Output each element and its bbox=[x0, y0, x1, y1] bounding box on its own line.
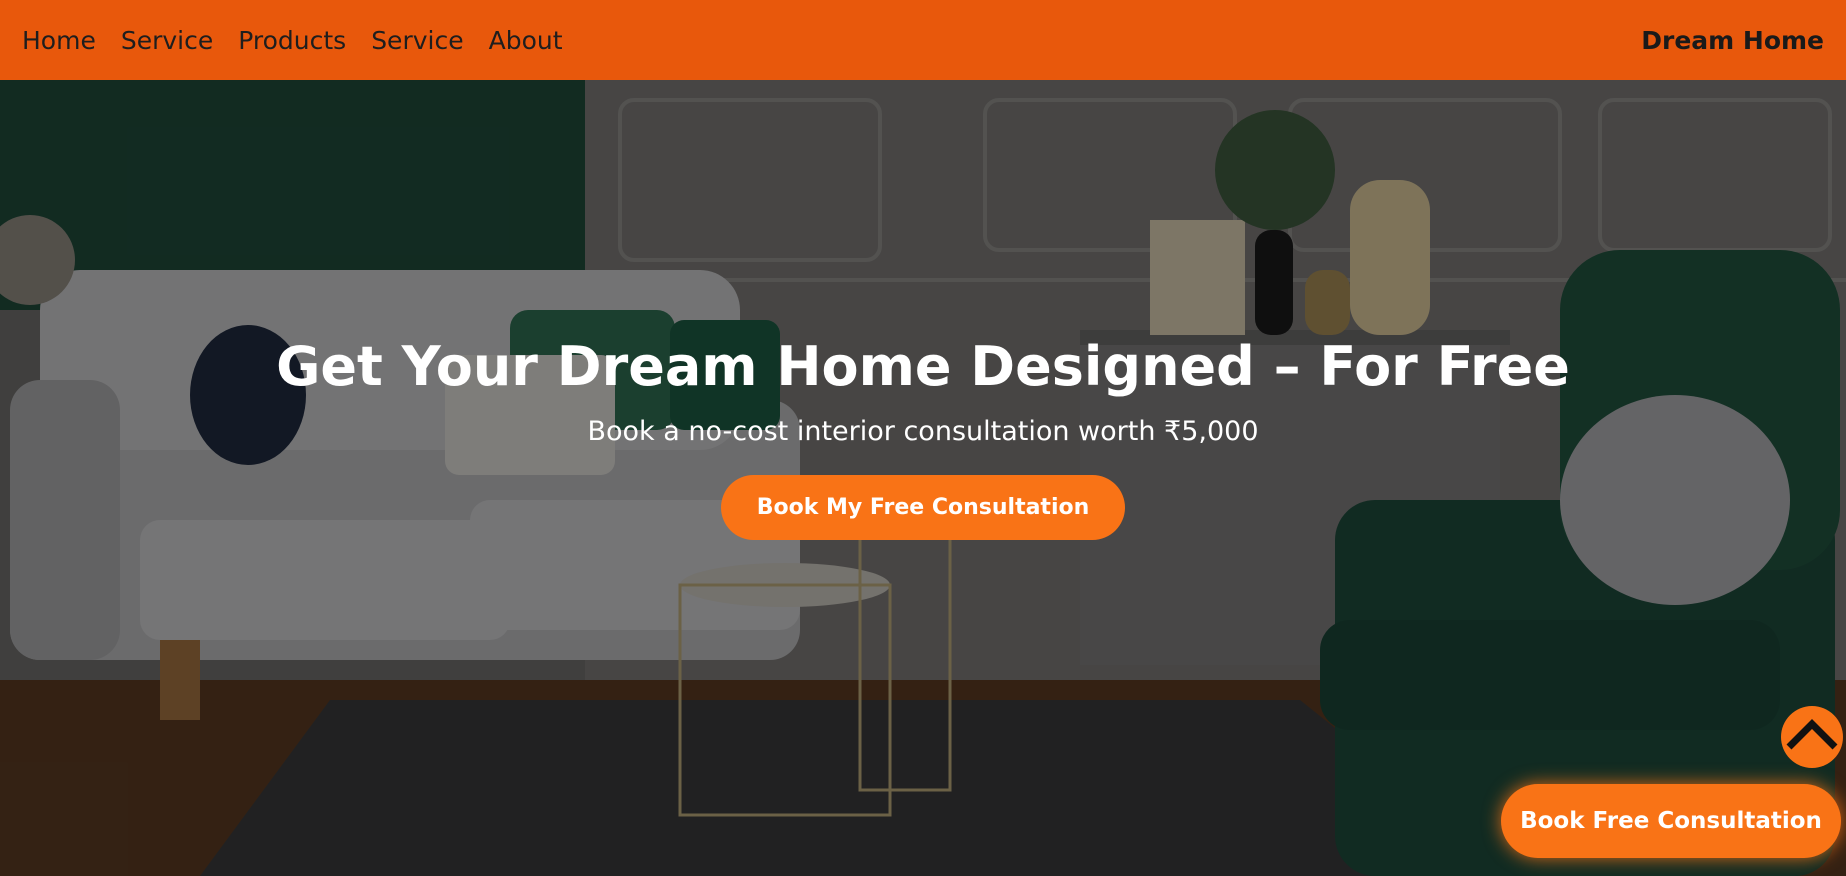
nav-link-home[interactable]: Home bbox=[22, 26, 96, 55]
top-navbar: Home Service Products Service About Drea… bbox=[0, 0, 1846, 80]
book-consultation-button[interactable]: Book My Free Consultation bbox=[720, 475, 1126, 540]
nav-link-service[interactable]: Service bbox=[121, 26, 213, 55]
scroll-to-top-button[interactable] bbox=[1781, 706, 1843, 768]
hero-content: Get Your Dream Home Designed – For Free … bbox=[0, 335, 1846, 540]
hero-subtitle: Book a no-cost interior consultation wor… bbox=[587, 416, 1259, 447]
nav-links: Home Service Products Service About bbox=[22, 26, 563, 55]
nav-link-service-2[interactable]: Service bbox=[371, 26, 463, 55]
brand-name[interactable]: Dream Home bbox=[1641, 26, 1824, 55]
nav-link-about[interactable]: About bbox=[489, 26, 563, 55]
hero-title: Get Your Dream Home Designed – For Free bbox=[276, 335, 1570, 398]
floating-book-consultation-button[interactable]: Book Free Consultation bbox=[1501, 784, 1841, 858]
hero-section: Get Your Dream Home Designed – For Free … bbox=[0, 80, 1846, 876]
nav-link-products[interactable]: Products bbox=[238, 26, 346, 55]
chevron-up-icon bbox=[1783, 708, 1841, 766]
